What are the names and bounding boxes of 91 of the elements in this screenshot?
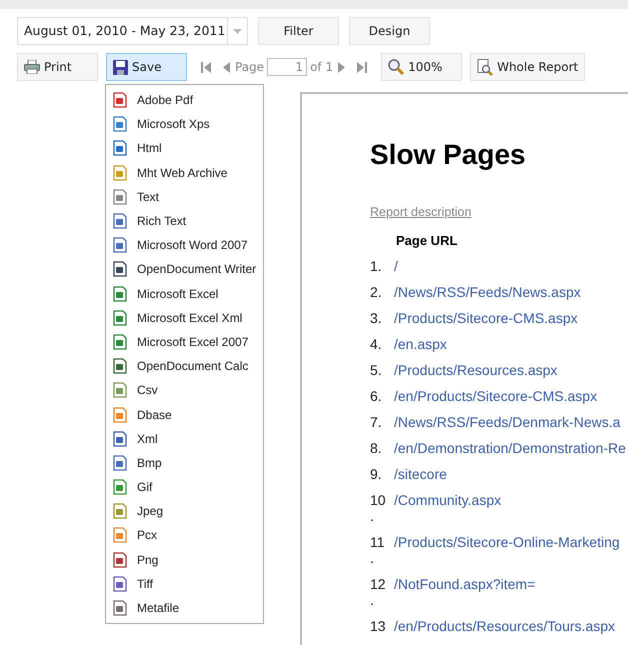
menu-item[interactable]: Jpeg <box>110 499 263 524</box>
page-url-link[interactable]: /News/RSS/Feeds/Denmark-News.a <box>394 414 620 430</box>
row-number: 4. <box>370 336 383 352</box>
last-page-icon[interactable] <box>357 62 368 72</box>
menu-item[interactable]: Gif <box>110 475 263 500</box>
file-format-icon <box>112 188 128 205</box>
file-format-icon <box>112 430 128 447</box>
file-format-icon <box>112 358 128 374</box>
menu-item[interactable]: Pcx <box>110 523 263 548</box>
menu-item[interactable]: Dbase <box>110 402 263 427</box>
row-number: 10. <box>370 492 387 524</box>
page-url-link[interactable]: /NotFound.aspx?item= <box>394 576 536 608</box>
page-url-link[interactable]: /Products/Sitecore-Online-Marketing <box>394 534 620 566</box>
file-format-icon <box>112 454 128 471</box>
save-button[interactable]: Save <box>106 53 187 81</box>
file-format-icon <box>112 382 128 398</box>
page-url-link[interactable]: /sitecore <box>394 466 447 482</box>
menu-item[interactable]: Text <box>110 184 263 209</box>
menu-item[interactable]: Xml <box>110 426 263 451</box>
row-number: 2. <box>370 284 383 300</box>
file-format-icon <box>112 286 128 302</box>
page-url-link[interactable]: /en/Demonstration/Demonstration-Re <box>394 440 626 456</box>
menu-item[interactable]: Bmp <box>110 450 263 475</box>
menu-item[interactable]: Html <box>110 136 263 161</box>
whole-report-button[interactable]: Whole Report <box>470 53 586 81</box>
menu-item[interactable]: Metafile <box>110 596 263 620</box>
report-description-link[interactable]: Report description <box>370 205 628 219</box>
date-range-dropdown[interactable]: August 01, 2010 - May 23, 2011 <box>17 17 248 45</box>
print-button[interactable]: Print <box>17 53 98 81</box>
caret-icon <box>233 28 242 34</box>
report-title: Slow Pages <box>370 139 527 171</box>
page-number-field[interactable]: 1 <box>267 58 308 76</box>
file-format-icon <box>112 116 128 132</box>
magnifier-icon <box>388 59 404 75</box>
file-format-icon <box>112 310 128 326</box>
page-url-link[interactable]: /Products/Resources.aspx <box>394 362 558 378</box>
file-format-icon <box>112 237 128 254</box>
first-page-icon[interactable] <box>201 62 211 72</box>
row-number: 11. <box>370 534 386 566</box>
file-format-icon <box>112 576 128 592</box>
row-number: 8. <box>370 440 383 456</box>
file-format-icon <box>112 334 128 350</box>
page-url-link[interactable]: /Community.aspx <box>394 492 502 524</box>
menu-item[interactable]: Csv <box>110 378 263 402</box>
menu-item[interactable]: Png <box>110 548 263 572</box>
file-format-icon <box>112 552 128 568</box>
column-header: Page URL <box>396 233 458 248</box>
menu-item[interactable]: Microsoft Excel Xml <box>110 306 263 330</box>
menu-item[interactable]: Rich Text <box>110 208 263 234</box>
menu-item[interactable]: Microsoft Excel 2007 <box>110 330 263 354</box>
menu-item[interactable]: Mht Web Archive <box>110 160 263 185</box>
page-url-link[interactable]: /en/Products/Sitecore-CMS.aspx <box>394 388 598 404</box>
file-format-icon <box>112 503 128 520</box>
page-label: Page <box>235 60 264 74</box>
page-url-link[interactable]: /News/RSS/Feeds/News.aspx <box>394 284 581 300</box>
menu-item[interactable]: OpenDocument Calc <box>110 354 263 378</box>
toolbar-button[interactable]: Design <box>349 17 430 45</box>
file-format-icon <box>112 479 128 496</box>
file-format-icon <box>112 406 128 423</box>
page-url-link[interactable]: /en.aspx <box>394 336 447 352</box>
row-number: 3. <box>370 310 383 326</box>
menu-item[interactable]: Tiff <box>110 572 263 596</box>
row-number: 12. <box>370 576 387 608</box>
page-url-link[interactable]: /en/Products/Resources/Tours.aspx <box>394 618 615 634</box>
row-number: 5. <box>370 362 383 378</box>
file-format-icon <box>112 600 128 616</box>
menu-item[interactable]: OpenDocument Writer <box>110 257 263 282</box>
page-url-link[interactable]: / <box>394 258 398 274</box>
menu-item[interactable]: Microsoft Xps <box>110 112 263 136</box>
page-count: of 1 <box>310 60 334 74</box>
previous-page-icon[interactable] <box>223 62 230 72</box>
row-number: 1. <box>370 258 383 274</box>
row-number: 9. <box>370 466 383 482</box>
menu-item[interactable]: Microsoft Word 2007 <box>110 233 263 258</box>
row-number: 6. <box>370 388 383 404</box>
menu-item[interactable]: Adobe Pdf <box>110 88 263 112</box>
zoom-button[interactable]: 100% <box>381 53 462 81</box>
page-url-link[interactable]: /Products/Sitecore-CMS.aspx <box>394 310 578 326</box>
toolbar-button[interactable]: Filter <box>258 17 339 45</box>
menu-item[interactable]: Microsoft Excel <box>110 282 263 306</box>
printer-icon <box>24 60 40 74</box>
file-format-icon <box>112 213 128 230</box>
file-format-icon <box>112 92 128 108</box>
file-format-icon <box>112 164 128 181</box>
file-format-icon <box>112 261 128 278</box>
document-magnifier-icon <box>477 58 494 76</box>
file-format-icon <box>112 527 128 544</box>
row-number: 13 <box>370 618 387 634</box>
next-page-icon[interactable] <box>338 62 346 72</box>
row-number: 7. <box>370 414 383 430</box>
file-format-icon <box>112 140 128 156</box>
